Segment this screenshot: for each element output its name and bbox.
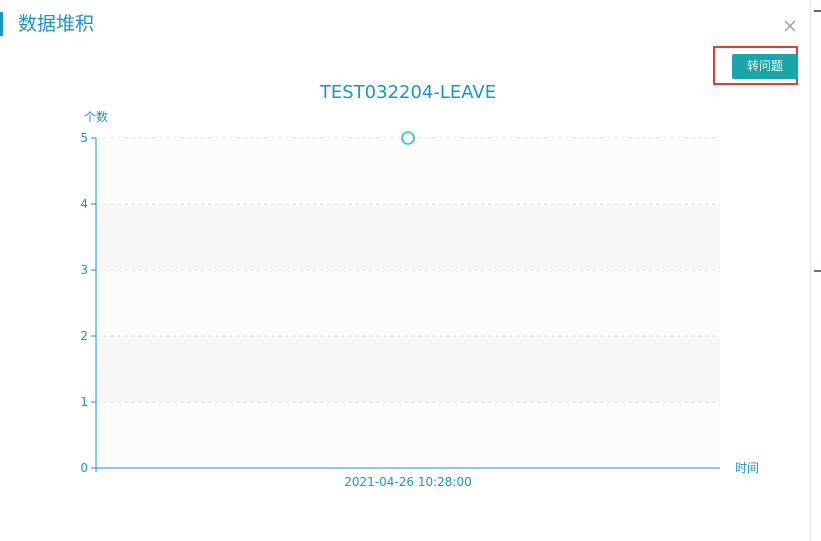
dialog: 数据堆积 转问题 TEST032204-LEAVE 个数 时间 012345 2… [0,0,821,541]
y-ticks: 0 1 2 3 4 5 [80,131,96,475]
y-tick-label: 1 [80,395,88,409]
y-axis-label: 个数 [84,109,108,124]
y-tick-label: 3 [80,263,88,277]
x-ticks: 2021-04-26 10:28:00 [95,468,472,489]
x-tick-label: 2021-04-26 10:28:00 [344,475,471,489]
background-window-edge [810,0,821,541]
chart: TEST032204-LEAVE 个数 时间 0 1 2 3 4 5 2021-04-26… [80,82,759,489]
data-point[interactable] [401,131,415,145]
plot-band [96,138,720,204]
x-axis-label: 时间 [735,461,759,475]
plot-bands [96,138,720,468]
y-tick-label: 5 [80,131,88,145]
plot-band [96,402,720,468]
y-tick-label: 2 [80,329,88,343]
plot-band [96,270,720,336]
chart-title: TEST032204-LEAVE [319,82,496,103]
y-tick-label: 4 [80,197,88,211]
y-tick-label: 0 [80,461,88,475]
data-points [401,131,415,145]
edge-mark [814,10,821,12]
plot-band [96,204,720,270]
plot-band [96,336,720,402]
edge-mark [814,270,821,272]
